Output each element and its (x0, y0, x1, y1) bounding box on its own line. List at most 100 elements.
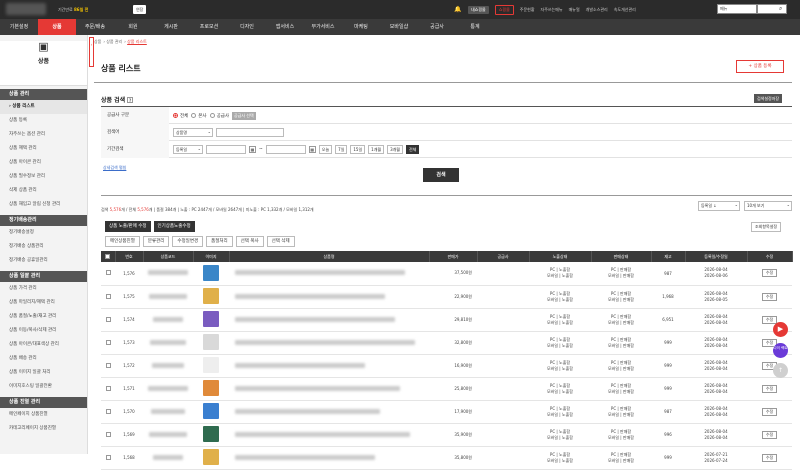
row-checkbox[interactable] (101, 331, 115, 355)
my-store-link[interactable]: 내쇼핑몰 (468, 5, 489, 14)
favorite-menu-link[interactable]: 자주쓰는메뉴 (541, 7, 563, 13)
sidebar-item[interactable]: 자주쓰는 옵션 관리 (0, 128, 87, 142)
product-name[interactable] (229, 354, 429, 378)
sidebar-group[interactable]: 상품 일괄 관리 (0, 271, 87, 282)
sidebar-item[interactable]: 정기배송 상품관리 (0, 240, 87, 254)
row-checkbox[interactable] (101, 377, 115, 401)
nav-member[interactable]: 회원 (114, 19, 152, 35)
period-all-button[interactable]: 전체 (405, 145, 420, 154)
store-link[interactable]: 쇼핑몰 (494, 4, 514, 15)
display-sale-edit-button[interactable]: 상품 노출/판매 수정 (105, 221, 151, 232)
period-type-select[interactable]: 등록일 (173, 145, 203, 154)
table-row[interactable]: 1,570 17,900원 PC | 노출함 모바일 | 노출함 PC | 판매함 모바일… (101, 400, 792, 424)
sort-select[interactable]: 등록일 ↓ (698, 201, 740, 211)
edit-button[interactable]: 수정 (761, 407, 778, 416)
table-row[interactable]: 1,571 25,800원 PC | 노출함 모바일 | 노출함 PC | 판매함 모바일… (101, 377, 792, 401)
supplier-select-button[interactable]: 공급사 선택 (231, 111, 256, 120)
sidebar-item[interactable]: 상품 재입고 알림 신청 관리 (0, 198, 87, 212)
edit-button[interactable]: 수정 (761, 292, 778, 301)
search-button[interactable]: 검색 (423, 168, 459, 182)
col-header[interactable]: 공급사 (477, 251, 530, 262)
nav-marketing[interactable]: 마케팅 (342, 19, 380, 35)
period-3m-button[interactable]: 3개월 (387, 145, 403, 154)
nav-settings[interactable]: 기본설정 (0, 19, 38, 35)
sidebar-item[interactable]: 상품 품절/노출/재고 관리 (0, 310, 87, 324)
nav-stats[interactable]: 통계 (456, 19, 494, 35)
menu-search-select[interactable]: 메뉴 (717, 4, 757, 14)
sidebar-group[interactable]: 상품 관리 (0, 89, 87, 100)
product-name[interactable] (229, 262, 429, 286)
shop-logo[interactable] (6, 3, 46, 15)
advanced-search-toggle[interactable]: 상세검색 펼침 (103, 165, 126, 171)
sidebar-item[interactable]: 상품 배송 관리 (0, 352, 87, 366)
sidebar-item-product-list[interactable]: › 상품 리스트 (0, 100, 87, 114)
table-row[interactable]: 1,568 35,800원 PC | 노출함 모바일 | 노출함 PC | 판매함 모바일… (101, 446, 792, 470)
supplier-radio-all[interactable]: 전체 (173, 112, 188, 119)
supplier-radio-hq[interactable]: 본사 (191, 112, 207, 119)
start-date-input[interactable] (206, 145, 246, 154)
edit-button[interactable]: 수정 (761, 430, 778, 439)
col-header[interactable]: 등록일/수정일 (685, 251, 748, 262)
change-modified-date-button[interactable]: 수정일변경 (172, 236, 204, 247)
keyword-type-select[interactable]: 상품명 (173, 128, 213, 137)
nav-mobile[interactable]: 모바일샵 (380, 19, 418, 35)
breadcrumb-item[interactable]: 상품 관리 (106, 39, 122, 44)
sidebar-item[interactable]: 상품 마일리지/혜택 관리 (0, 296, 87, 310)
product-thumbnail[interactable] (193, 262, 229, 286)
supplier-radio-vendor[interactable]: 공급사 (209, 112, 229, 119)
sidebar-item[interactable]: 카테고리페이지 상품진열 (0, 422, 87, 436)
table-row[interactable]: 1,575 22,900원 PC | 노출함 모바일 | 노출함 PC | 판매함 모바일… (101, 285, 792, 309)
row-checkbox[interactable] (101, 400, 115, 424)
sidebar-item[interactable]: 상품 등록 (0, 114, 87, 128)
nav-product[interactable]: 상품 (38, 19, 76, 35)
product-thumbnail[interactable] (193, 285, 229, 309)
sidebar-item[interactable]: 메인페이지 상품진열 (0, 408, 87, 422)
sidebar-item[interactable]: 상품 가격 관리 (0, 282, 87, 296)
col-header[interactable]: 판매가 (429, 251, 478, 262)
edit-button[interactable]: 수정 (761, 384, 778, 393)
end-date-input[interactable] (265, 145, 306, 154)
breadcrumb-current[interactable]: 상품 리스트 (127, 39, 147, 44)
sidebar-item[interactable]: 상품 아이콘/대표색상 관리 (0, 338, 87, 352)
table-row[interactable]: 1,576 37,500원 PC | 노출함 모바일 | 노출함 PC | 판매함 모바일… (101, 262, 792, 286)
product-name[interactable] (229, 400, 429, 424)
main-display-button[interactable]: 메인상품진열 (105, 236, 140, 247)
product-name[interactable] (229, 308, 429, 332)
bell-icon[interactable]: 🔔 (454, 6, 462, 14)
table-row[interactable]: 1,572 16,900원 PC | 노출함 모바일 | 노출함 PC | 판매함 모바일… (101, 354, 792, 378)
period-1m-button[interactable]: 1개월 (368, 145, 385, 154)
add-product-button[interactable]: + 상품 등록 (736, 60, 784, 73)
edit-button[interactable]: 수정 (761, 315, 778, 324)
col-header[interactable]: 상품코드 (143, 251, 194, 262)
popular-display-edit-button[interactable]: 인기상품노출수정 (153, 221, 195, 232)
period-7d-button[interactable]: 7일 (335, 145, 348, 154)
product-thumbnail[interactable] (193, 446, 229, 470)
nav-supplier[interactable]: 공급사 (418, 19, 456, 35)
edit-button[interactable]: 수정 (761, 269, 778, 278)
col-header[interactable]: 재고 (651, 251, 686, 262)
nav-design[interactable]: 디자인 (228, 19, 266, 35)
nav-app[interactable]: 앱서비스 (266, 19, 304, 35)
breadcrumb-item[interactable]: 상품 (94, 39, 101, 44)
calendar-icon[interactable]: ▦ (249, 146, 256, 153)
product-name[interactable] (229, 423, 429, 447)
table-row[interactable]: 1,574 29,810원 PC | 노출함 모바일 | 노출함 PC | 판매함 모바일… (101, 308, 792, 332)
product-thumbnail[interactable] (193, 400, 229, 424)
nav-addon[interactable]: 부가서비스 (304, 19, 342, 35)
table-row[interactable]: 1,569 35,900원 PC | 노출함 모바일 | 노출함 PC | 판매함 모바일… (101, 423, 792, 447)
product-thumbnail[interactable] (193, 354, 229, 378)
copy-selected-button[interactable]: 선택 복사 (235, 236, 264, 247)
sidebar-item[interactable]: 상품 혜택 관리 (0, 142, 87, 156)
product-name[interactable] (229, 285, 429, 309)
sidebar-item[interactable]: 삭제 상품 관리 (0, 184, 87, 198)
order-status-link[interactable]: 주문현황 (520, 7, 535, 13)
speed-link[interactable]: 속도개선관리 (614, 7, 636, 13)
nav-promotion[interactable]: 프로모션 (190, 19, 228, 35)
per-page-select[interactable]: 10개 보기 (744, 201, 792, 211)
product-name[interactable] (229, 446, 429, 470)
row-checkbox[interactable] (101, 354, 115, 378)
table-row[interactable]: 1,573 32,800원 PC | 노출함 모바일 | 노출함 PC | 판매함 모바일… (101, 331, 792, 355)
save-search-settings-button[interactable]: 검색설정저장 (754, 94, 783, 103)
scroll-top-button[interactable]: ↑ (773, 363, 788, 378)
row-checkbox[interactable] (101, 285, 115, 309)
